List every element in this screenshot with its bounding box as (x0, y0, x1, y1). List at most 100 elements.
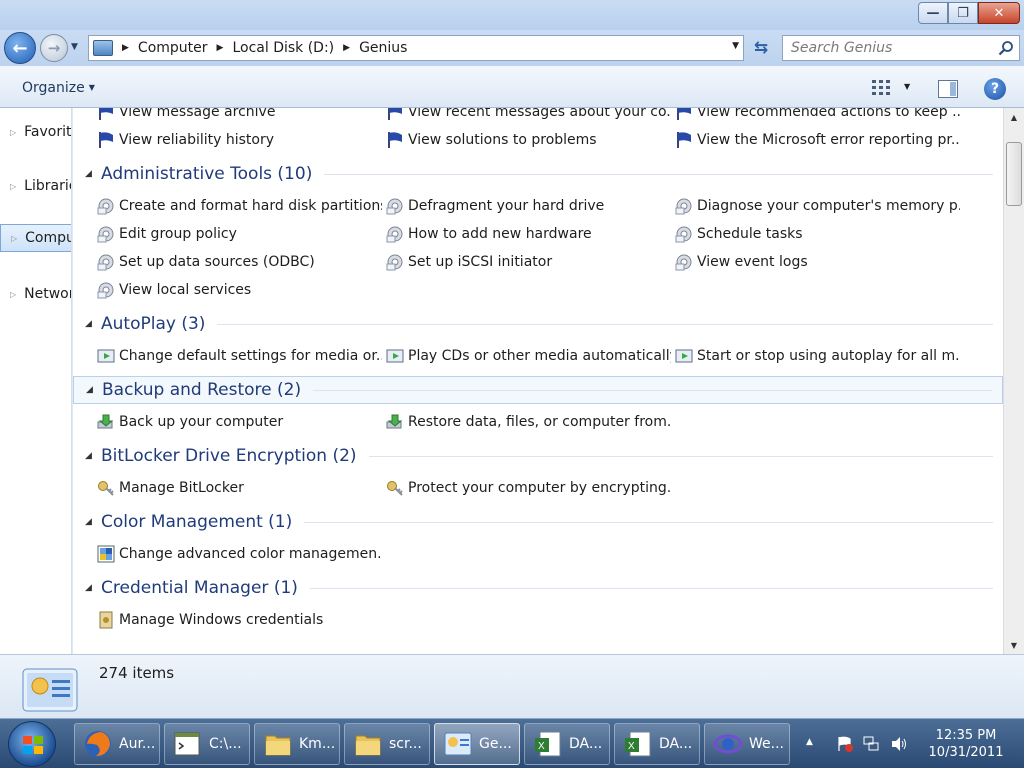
expand-arrow-icon[interactable]: ▷ (11, 234, 17, 243)
task-link[interactable]: Schedule tasks (675, 220, 960, 248)
nav-item-network[interactable]: ▷ Network (0, 280, 71, 308)
refresh-button[interactable]: ⇆ (748, 35, 774, 61)
group-header[interactable]: ◢ Credential Manager (1) (73, 574, 1003, 602)
action-center-icon[interactable] (836, 735, 854, 753)
task-link[interactable]: How to add new hardware (386, 220, 671, 248)
taskbar-button[interactable]: Ge... (434, 723, 520, 765)
autoplay-icon (386, 347, 404, 365)
group-title: Credential Manager (1) (101, 578, 298, 598)
breadcrumb-computer[interactable]: Computer (138, 40, 208, 56)
task-link-label: View reliability history (119, 132, 275, 148)
task-link[interactable]: Manage Windows credentials (97, 606, 382, 634)
preview-pane-button[interactable] (938, 80, 958, 98)
group-header[interactable]: ◢ Backup and Restore (2) (73, 376, 1003, 404)
search-input[interactable]: Search Genius (782, 35, 1020, 61)
task-row: Set up data sources (ODBC) Set up iSCSI i… (73, 248, 1003, 276)
task-link[interactable]: Protect your computer by encrypting... (386, 474, 671, 502)
task-link[interactable]: Diagnose your computer's memory p... (675, 192, 960, 220)
task-link[interactable]: Manage BitLocker (97, 474, 382, 502)
scrollbar-thumb[interactable] (1006, 142, 1022, 206)
nav-item-computer[interactable]: ▷ Computer (0, 224, 71, 252)
address-dropdown-icon[interactable]: ▼ (732, 41, 739, 51)
task-link[interactable]: Start or stop using autoplay for all m..… (675, 342, 960, 370)
collapse-group-icon[interactable]: ◢ (85, 319, 101, 329)
breadcrumb-separator-icon[interactable]: ▶ (122, 43, 129, 53)
collapse-group-icon[interactable]: ◢ (85, 169, 101, 179)
task-link[interactable]: View solutions to problems (386, 126, 671, 154)
task-link[interactable]: Play CDs or other media automatically (386, 342, 671, 370)
close-button[interactable]: ✕ (978, 2, 1020, 24)
task-link[interactable]: Change default settings for media or... (97, 342, 382, 370)
search-icon[interactable] (998, 40, 1014, 56)
collapse-group-icon[interactable]: ◢ (86, 385, 102, 395)
recent-pages-dropdown[interactable]: ▼ (71, 42, 78, 52)
task-link[interactable]: Set up iSCSI initiator (386, 248, 671, 276)
task-link[interactable]: View reliability history (97, 126, 382, 154)
task-link[interactable]: View event logs (675, 248, 960, 276)
group-header[interactable]: ◢ AutoPlay (3) (73, 310, 1003, 338)
nav-item-favorites[interactable]: ▷ Favorites (0, 118, 72, 146)
task-link[interactable]: Set up data sources (ODBC) (97, 248, 382, 276)
volume-icon[interactable] (890, 735, 908, 753)
breadcrumb-separator-icon[interactable]: ▶ (217, 43, 224, 53)
task-link-label: Play CDs or other media automatically (408, 348, 671, 364)
task-link[interactable]: View the Microsoft error reporting pr... (675, 126, 960, 154)
taskbar-button[interactable]: scr... (344, 723, 430, 765)
task-link[interactable]: View recommended actions to keep ... (675, 108, 960, 126)
task-link[interactable]: Change advanced color managemen... (97, 540, 382, 568)
task-link[interactable]: Defragment your hard drive (386, 192, 671, 220)
task-link[interactable]: Edit group policy (97, 220, 382, 248)
task-row: Edit group policy How to add new hardware… (73, 220, 1003, 248)
group-header[interactable]: ◢ Color Management (1) (73, 508, 1003, 536)
breadcrumb-genius[interactable]: Genius (359, 40, 407, 56)
show-hidden-icons-icon[interactable]: ▲ (806, 737, 813, 747)
nav-item-libraries[interactable]: ▷ Libraries (0, 172, 71, 200)
group-header[interactable]: ◢ BitLocker Drive Encryption (2) (73, 442, 1003, 470)
change-view-icon[interactable] (872, 80, 890, 96)
restore-button[interactable]: ❐ (948, 2, 978, 24)
vertical-scrollbar[interactable]: ▲ ▼ (1003, 108, 1024, 654)
breadcrumb-local-disk[interactable]: Local Disk (D:) (232, 40, 334, 56)
scroll-down-icon[interactable]: ▼ (1004, 636, 1024, 654)
collapse-group-icon[interactable]: ◢ (85, 517, 101, 527)
taskbar-button[interactable]: Aur... (74, 723, 160, 765)
task-link[interactable]: View recent messages about your co... (386, 108, 671, 126)
taskbar-button[interactable]: We... (704, 723, 790, 765)
nav-item-label: Favorites (24, 124, 72, 140)
taskbar-button[interactable]: C:\... (164, 723, 250, 765)
network-status-icon[interactable] (862, 735, 880, 753)
start-button[interactable] (8, 721, 56, 767)
collapse-group-icon[interactable]: ◢ (85, 451, 101, 461)
taskbar-button[interactable]: Km... (254, 723, 340, 765)
task-link[interactable]: Back up your computer (97, 408, 382, 436)
firefox-icon (83, 729, 113, 759)
organize-menu-button[interactable]: Organize ▼ (22, 80, 95, 96)
breadcrumb-separator-icon[interactable]: ▶ (343, 43, 350, 53)
address-bar[interactable]: ▶ Computer ▶ Local Disk (D:) ▶ Genius ▼ (88, 35, 744, 61)
forward-arrow-icon: → (47, 39, 61, 57)
task-link[interactable]: Create and format hard disk partitions (97, 192, 382, 220)
group-title: Backup and Restore (2) (102, 380, 302, 400)
group-header[interactable]: ◢ Administrative Tools (10) (73, 160, 1003, 188)
refresh-icon: ⇆ (753, 38, 769, 58)
collapse-group-icon[interactable]: ◢ (85, 583, 101, 593)
task-link[interactable]: View message archive (97, 108, 382, 126)
expand-arrow-icon[interactable]: ▷ (10, 182, 16, 191)
task-link[interactable]: Restore data, files, or computer from... (386, 408, 671, 436)
taskbar-button[interactable]: X DA... (524, 723, 610, 765)
nav-item-label: Libraries (24, 178, 71, 194)
expand-arrow-icon[interactable]: ▷ (10, 290, 16, 299)
help-button[interactable]: ? (984, 78, 1006, 100)
taskbar-button[interactable]: X DA... (614, 723, 700, 765)
scroll-up-icon[interactable]: ▲ (1004, 108, 1024, 126)
task-link-label: Start or stop using autoplay for all m..… (697, 348, 960, 364)
back-button[interactable]: ← (4, 32, 36, 64)
forward-button[interactable]: → (40, 34, 68, 62)
task-link[interactable]: View local services (97, 276, 382, 304)
view-options-dropdown-icon[interactable]: ▼ (904, 82, 910, 91)
minimize-button[interactable]: — (918, 2, 948, 24)
clock[interactable]: 12:35 PM 10/31/2011 (914, 727, 1018, 761)
expand-arrow-icon[interactable]: ▷ (10, 128, 16, 137)
command-prompt-icon (173, 729, 203, 759)
task-link-label: Change default settings for media or... (119, 348, 382, 364)
